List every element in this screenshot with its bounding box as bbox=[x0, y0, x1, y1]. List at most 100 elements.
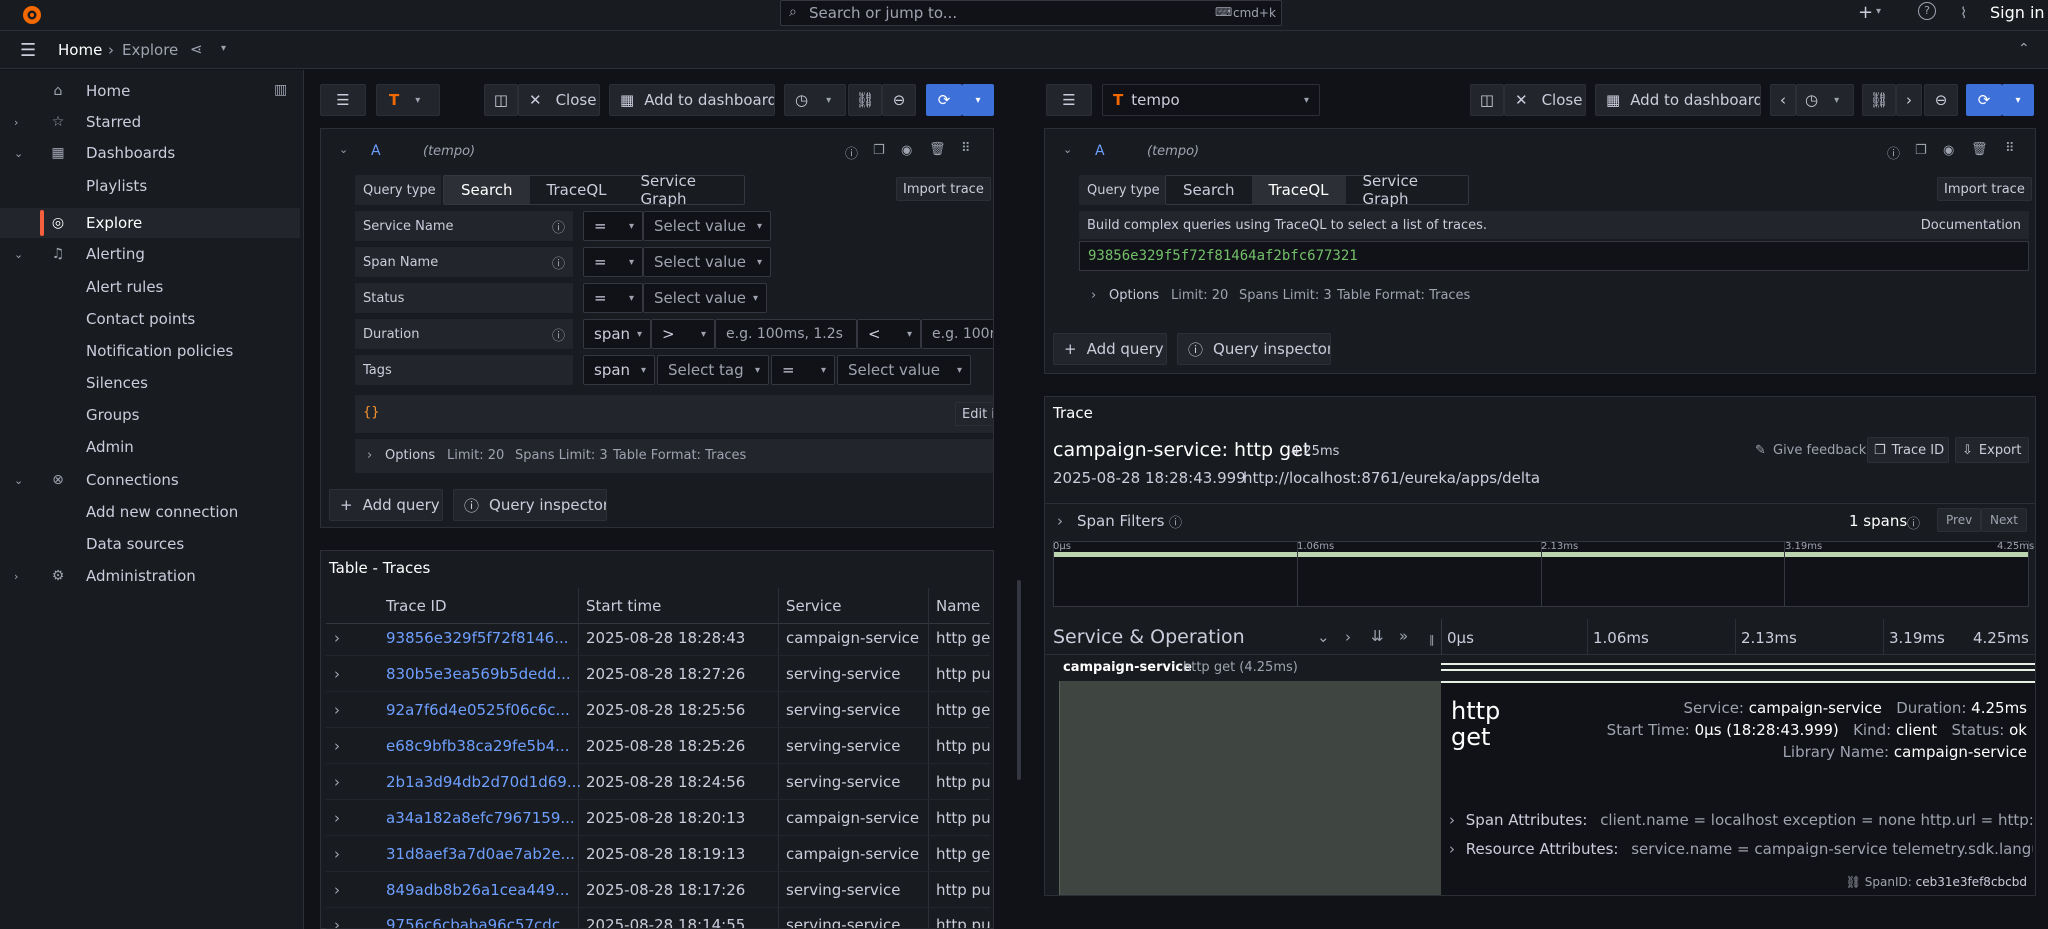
chevron-right-icon[interactable]: › bbox=[334, 916, 340, 928]
export-button[interactable]: ⇩ Export bbox=[1955, 437, 2029, 463]
run-query-options-button[interactable]: ▾ bbox=[2002, 84, 2034, 116]
dock-menu-icon[interactable]: ▥ bbox=[274, 82, 287, 98]
column-header-trace-id[interactable]: Trace ID bbox=[386, 597, 447, 615]
chevron-right-icon[interactable]: › bbox=[334, 629, 340, 647]
drag-handle-icon[interactable]: ⠿ bbox=[2005, 141, 2015, 156]
trash-icon[interactable]: 🗑 bbox=[1971, 142, 1988, 157]
span-filters-bar[interactable]: › Span Filters ⓘ 1 spans ⓘ Prev Next bbox=[1045, 503, 2035, 537]
service-name-operator[interactable]: = ▾ bbox=[583, 211, 643, 241]
run-query-button[interactable]: ⟳ bbox=[926, 84, 962, 116]
sidebar-item-silences[interactable]: Silences bbox=[0, 368, 300, 398]
tab-service-graph[interactable]: Service Graph bbox=[624, 172, 744, 208]
chevron-right-icon[interactable]: › bbox=[334, 701, 340, 719]
service-name-value[interactable]: Select value ▾ bbox=[643, 211, 771, 241]
duration-max-operator[interactable]: < ▾ bbox=[857, 319, 921, 349]
column-header-service[interactable]: Service bbox=[786, 597, 841, 615]
import-trace-button[interactable]: Import trace bbox=[896, 177, 991, 201]
copy-link-button[interactable]: ⛓ bbox=[1862, 84, 1896, 116]
tab-traceql[interactable]: TraceQL bbox=[1251, 176, 1346, 204]
help-icon[interactable]: ? bbox=[1918, 2, 1936, 20]
run-query-button[interactable]: ⟳ bbox=[1966, 84, 2002, 116]
copy-icon[interactable]: ❐ bbox=[1915, 143, 1927, 158]
chevron-right-icon[interactable]: › bbox=[334, 773, 340, 791]
chevron-right-icon[interactable]: › bbox=[334, 737, 340, 755]
close-split-button[interactable]: ✕ Close bbox=[1504, 84, 1586, 116]
sidebar-item-connections[interactable]: ⌄ ⊗ Connections bbox=[0, 465, 300, 495]
table-row[interactable]: › e68c9bfb38ca29fe5b4... 2025-08-28 18:25:… bbox=[326, 728, 990, 764]
span-row[interactable]: campaign-service http get (4.25ms) bbox=[1045, 655, 2035, 681]
duration-min-input[interactable]: e.g. 100ms, 1.2s bbox=[715, 319, 857, 349]
sidebar-item-add-new-connection[interactable]: Add new connection bbox=[0, 497, 300, 527]
sidebar-item-notification-policies[interactable]: Notification policies bbox=[0, 336, 300, 366]
expand-one-icon[interactable]: › bbox=[1345, 628, 1351, 646]
sidebar-item-admin[interactable]: Admin bbox=[0, 432, 300, 462]
chevron-down-icon[interactable]: ⌄ bbox=[14, 474, 23, 487]
duration-scope[interactable]: span ▾ bbox=[583, 319, 651, 349]
span-name-value[interactable]: Select value ▾ bbox=[643, 247, 771, 277]
chevron-right-icon[interactable]: › bbox=[334, 665, 340, 683]
span-name-operator[interactable]: = ▾ bbox=[583, 247, 643, 277]
span-bar[interactable] bbox=[1441, 663, 2035, 671]
edit-in-traceql-button[interactable]: Edit in Trace bbox=[955, 402, 993, 426]
tags-operator[interactable]: = ▾ bbox=[771, 355, 835, 385]
table-row[interactable]: › 93856e329f5f72f8146... 2025-08-28 18:28:… bbox=[326, 620, 990, 656]
sidebar-item-data-sources[interactable]: Data sources bbox=[0, 529, 300, 559]
prev-button[interactable]: Prev bbox=[1937, 508, 1982, 532]
sidebar-item-dashboards[interactable]: ⌄ ▦ Dashboards bbox=[0, 138, 300, 168]
chevron-right-icon[interactable]: › bbox=[334, 845, 340, 863]
query-inspector-button[interactable]: ⓘ Query inspector bbox=[453, 489, 607, 521]
sign-in-link[interactable]: Sign in bbox=[1990, 3, 2045, 22]
resource-attributes-row[interactable]: › Resource Attributes: service.name = ca… bbox=[1449, 840, 2033, 864]
time-picker-button[interactable]: ◷ ▾ bbox=[1796, 84, 1854, 116]
chevron-down-icon[interactable]: ⌄ bbox=[14, 248, 23, 261]
add-to-dashboard-button[interactable]: ▦ Add to dashboard bbox=[1595, 84, 1761, 116]
tags-value[interactable]: Select value ▾ bbox=[837, 355, 971, 385]
sidebar-item-starred[interactable]: › ☆ Starred bbox=[0, 107, 300, 137]
content-outline-button[interactable]: ☰ bbox=[320, 84, 366, 116]
trash-icon[interactable]: 🗑 bbox=[929, 142, 946, 157]
chevron-right-icon[interactable]: › bbox=[14, 116, 18, 129]
zoom-out-button[interactable]: ⊖ bbox=[1924, 84, 1958, 116]
chevron-right-icon[interactable]: › bbox=[334, 809, 340, 827]
table-row[interactable]: › 92a7f6d4e0525f06c6c... 2025-08-28 18:25:… bbox=[326, 692, 990, 728]
table-row[interactable]: › 2b1a3d94db2d70d1d69... 2025-08-28 18:24:… bbox=[326, 764, 990, 800]
menu-icon[interactable]: ☰ bbox=[20, 40, 36, 61]
expand-all-icon[interactable]: » bbox=[1399, 627, 1408, 645]
search-bar[interactable]: ⌕ Search or jump to... ⌨ cmd+k bbox=[780, 0, 1282, 26]
tab-traceql[interactable]: TraceQL bbox=[530, 176, 624, 204]
rss-icon[interactable]: ⌇ bbox=[1960, 4, 1967, 22]
help-icon[interactable]: ⓘ bbox=[1887, 143, 1900, 162]
tags-scope[interactable]: span ▾ bbox=[583, 355, 655, 385]
datasource-picker[interactable]: Ttempo ▾ bbox=[1102, 84, 1320, 116]
feedback-icon[interactable]: ✎ bbox=[1755, 443, 1766, 458]
table-row[interactable]: › 830b5e3ea569b5dedd... 2025-08-28 18:27:2… bbox=[326, 656, 990, 692]
chevron-down-icon[interactable]: ⌄ bbox=[339, 143, 348, 156]
sidebar-item-home[interactable]: ⌂ Home bbox=[0, 76, 300, 106]
sidebar-item-alert-rules[interactable]: Alert rules bbox=[0, 272, 300, 302]
sidebar-item-contact-points[interactable]: Contact points bbox=[0, 304, 300, 334]
split-view-button[interactable]: ◫ bbox=[1470, 84, 1504, 116]
eye-icon[interactable]: ◉ bbox=[1943, 143, 1954, 158]
span-id[interactable]: ⛓ SpanID: ceb31e3fef8cbcbd bbox=[1846, 875, 2027, 889]
chevron-down-icon[interactable]: ⌄ bbox=[1063, 143, 1072, 156]
status-value[interactable]: Select value ▾ bbox=[643, 283, 767, 313]
copy-link-button[interactable]: ⛓ bbox=[848, 84, 882, 116]
next-button[interactable]: Next bbox=[1981, 508, 2027, 532]
table-scrollbar[interactable] bbox=[1017, 580, 1021, 780]
content-outline-button[interactable]: ☰ bbox=[1046, 84, 1092, 116]
trace-id-button[interactable]: ❐ Trace ID bbox=[1867, 437, 1949, 463]
time-picker-button[interactable]: ◷ ▾ bbox=[784, 84, 846, 116]
close-split-button[interactable]: ✕ Close bbox=[518, 84, 600, 116]
column-header-start-time[interactable]: Start time bbox=[586, 597, 661, 615]
sidebar-item-alerting[interactable]: ⌄ ♫ Alerting bbox=[0, 239, 300, 269]
column-header-name[interactable]: Name bbox=[936, 597, 980, 615]
chevron-down-icon[interactable]: ▾ bbox=[1876, 6, 1881, 17]
import-trace-button[interactable]: Import trace bbox=[1937, 177, 2032, 201]
table-row[interactable]: › 849adb8b26a1cea449... 2025-08-28 18:17:2… bbox=[326, 872, 990, 908]
collapse-icon[interactable]: ⌃ bbox=[2018, 41, 2030, 57]
chevron-right-icon[interactable]: › bbox=[334, 881, 340, 899]
tab-service-graph[interactable]: Service Graph bbox=[1346, 172, 1468, 208]
eye-icon[interactable]: ◉ bbox=[901, 143, 912, 158]
sidebar-item-explore[interactable]: ◎ Explore bbox=[0, 208, 300, 238]
time-range-back-button[interactable]: ‹ bbox=[1770, 84, 1796, 116]
